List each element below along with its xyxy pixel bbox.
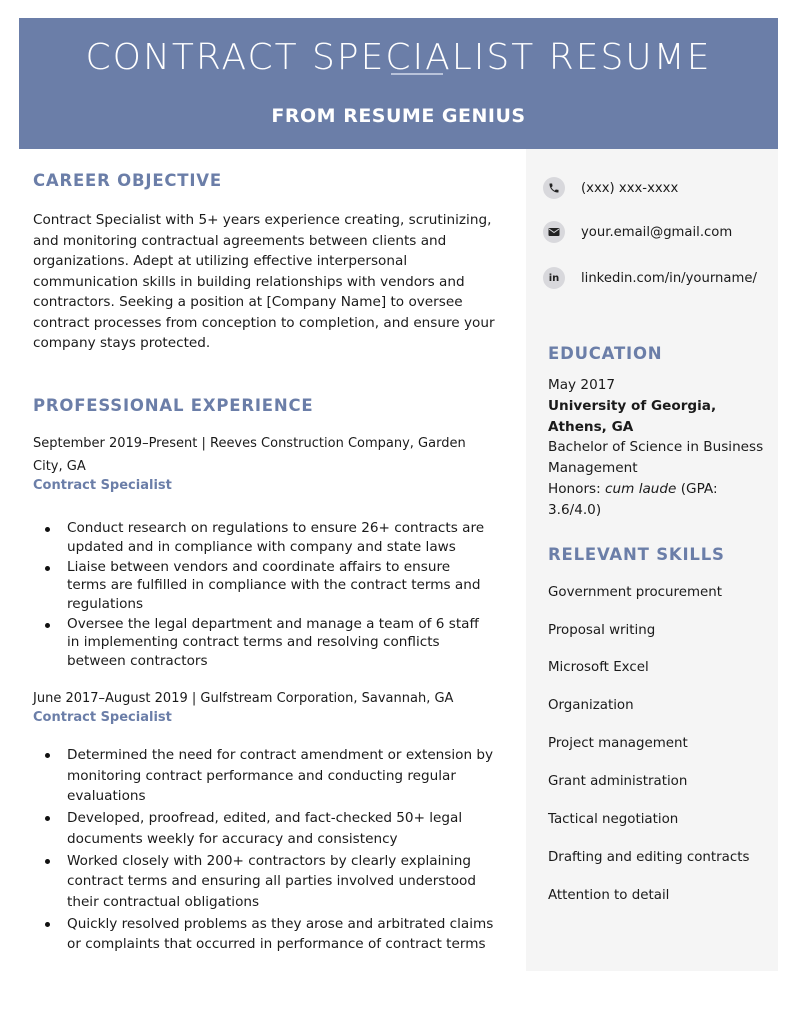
bullet-line: evaluations xyxy=(67,788,146,804)
honors-italic: cum laude xyxy=(605,480,677,497)
bullet-line: Liaise between vendors and coordinate af… xyxy=(67,558,451,575)
job-bullets: Determined the need for contract amendme… xyxy=(33,745,503,956)
email-text[interactable]: your.email@gmail.com xyxy=(581,225,732,240)
skill-item: Tactical negotiation xyxy=(548,812,679,827)
skill-item: Organization xyxy=(548,698,634,713)
bullet-line: their contractual obligations xyxy=(67,893,260,910)
bullet-line: between contractors xyxy=(67,652,208,669)
career-objective-text: Contract Specialist with 5+ years experi… xyxy=(33,210,503,354)
bullet-item: Determined the need for contract amendme… xyxy=(33,745,503,807)
objective-line: contract processes from conception to co… xyxy=(33,314,495,331)
skill-item: Government procurement xyxy=(548,585,722,600)
objective-line: Contract Specialist with 5+ years experi… xyxy=(33,212,492,228)
resume-title: CONTRACT SPECIALIST RESUME xyxy=(85,37,712,78)
honors-prefix: Honors: xyxy=(548,480,606,497)
bullet-item: Liaise between vendors and coordinate af… xyxy=(33,558,503,614)
bullet-line: Quickly resolved problems as they arose … xyxy=(67,915,494,932)
objective-line: and monitoring contractual agreements be… xyxy=(33,232,447,249)
education-degree-line2: Management xyxy=(548,460,638,477)
bullet-line: Determined the need for contract amendme… xyxy=(67,747,494,763)
contact-phone: (xxx) xxx-xxxx xyxy=(543,177,678,199)
bullet-item: Worked closely with 200+ contractors by … xyxy=(33,851,503,913)
bullet-line: Worked closely with 200+ contractors by … xyxy=(67,852,471,869)
job-header-line: June 2017–August 2019 | Gulfstream Corpo… xyxy=(33,691,454,706)
education-school-line2: Athens, GA xyxy=(548,418,634,435)
job-title: Contract Specialist xyxy=(33,478,172,493)
contact-linkedin: in linkedin.com/in/yourname/ xyxy=(543,267,757,289)
phone-text: (xxx) xxx-xxxx xyxy=(581,180,679,196)
experience-heading: PROFESSIONAL EXPERIENCE xyxy=(33,396,314,415)
job-title: Contract Specialist xyxy=(33,710,172,725)
education-heading: EDUCATION xyxy=(548,344,663,363)
objective-line: communication skills in building relatio… xyxy=(33,273,465,290)
sidebar: (xxx) xxx-xxxx your.email@gmail.com in l… xyxy=(526,149,778,971)
contact-email: your.email@gmail.com xyxy=(543,221,732,243)
education-block: May 2017 University of Georgia, Athens, … xyxy=(548,375,773,521)
bullet-line: monitoring contract performance and cond… xyxy=(67,767,456,784)
bullet-item: Oversee the legal department and manage … xyxy=(33,615,503,671)
job-header-line: September 2019–Present | Reeves Construc… xyxy=(33,436,466,451)
job-entry: September 2019–Present | Reeves Construc… xyxy=(33,432,503,493)
bullet-line: documents weekly for accuracy and consis… xyxy=(67,830,398,847)
bullet-item: Developed, proofread, edited, and fact-c… xyxy=(33,808,503,849)
objective-line: contractors. Seeking a position at [Comp… xyxy=(33,294,463,310)
bullet-line: Developed, proofread, edited, and fact-c… xyxy=(67,810,463,826)
education-honors: Honors: cum laude (GPA: 3.6/4.0) xyxy=(548,479,773,521)
bullet-line: in implementing contract terms and resol… xyxy=(67,634,440,650)
skill-item: Project management xyxy=(548,736,688,751)
email-icon xyxy=(543,221,565,243)
skill-item: Proposal writing xyxy=(548,623,656,638)
linkedin-icon: in xyxy=(543,267,565,289)
skills-heading: RELEVANT SKILLS xyxy=(548,545,725,564)
skill-item: Grant administration xyxy=(548,774,688,789)
education-date: May 2017 xyxy=(548,377,616,393)
resume-header: CONTRACT SPECIALIST RESUME FROM RESUME G… xyxy=(19,18,778,149)
skill-item: Microsoft Excel xyxy=(548,660,649,675)
bullet-line: Conduct research on regulations to ensur… xyxy=(67,520,485,536)
job-entry: June 2017–August 2019 | Gulfstream Corpo… xyxy=(33,687,503,725)
bullet-line: terms are fulfilled in compliance with t… xyxy=(67,577,481,593)
education-school-line1: University of Georgia, xyxy=(548,397,717,414)
education-degree-line1: Bachelor of Science in Business xyxy=(548,439,764,456)
bullet-item: Conduct research on regulations to ensur… xyxy=(33,519,503,556)
resume-subtitle: FROM RESUME GENIUS xyxy=(271,105,526,127)
skill-item: Drafting and editing contracts xyxy=(548,850,750,865)
career-objective-heading: CAREER OBJECTIVE xyxy=(33,171,222,190)
linkedin-text[interactable]: linkedin.com/in/yourname/ xyxy=(581,271,757,286)
skill-item: Attention to detail xyxy=(548,888,670,903)
phone-icon xyxy=(543,177,565,199)
job-bullets: Conduct research on regulations to ensur… xyxy=(33,519,503,672)
linkedin-glyph: in xyxy=(548,272,560,284)
title-divider xyxy=(391,73,443,75)
objective-line: company stays protected. xyxy=(33,335,211,351)
bullet-item: Quickly resolved problems as they arose … xyxy=(33,914,503,955)
bullet-line: contract terms and ensuring all parties … xyxy=(67,873,476,889)
bullet-line: regulations xyxy=(67,595,144,612)
bullet-line: or complaints that occurred in performan… xyxy=(67,936,486,952)
bullet-line: updated and in compliance with company a… xyxy=(67,538,456,555)
job-header-line: City, GA xyxy=(33,459,86,474)
bullet-line: Oversee the legal department and manage … xyxy=(67,615,479,632)
objective-line: organizations. Adept at utilizing effect… xyxy=(33,253,408,269)
